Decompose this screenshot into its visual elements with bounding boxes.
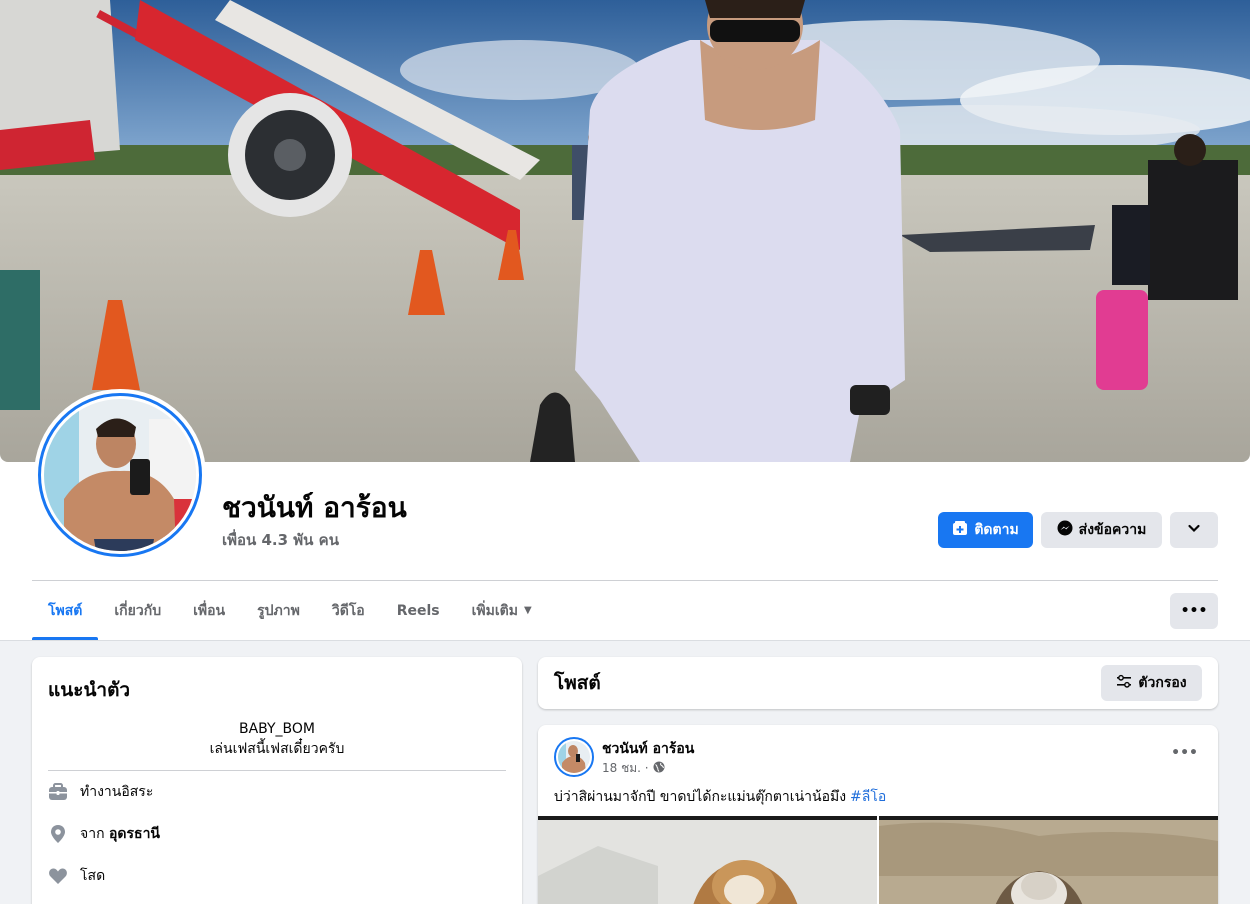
post-hashtag[interactable]: #ลีโอ — [850, 789, 886, 805]
follow-label: ติดตาม — [974, 522, 1019, 538]
post-photo[interactable] — [879, 816, 1218, 904]
hometown-text: จาก อุดรธานี — [80, 826, 160, 842]
post-card: ชวนันท์ อาร้อน 18 ชม. · ••• บ่ว่าสิผ่านม… — [538, 725, 1218, 904]
follow-button[interactable]: ติดตาม — [938, 512, 1033, 548]
tab-photos[interactable]: รูปภาพ — [241, 581, 316, 640]
location-pin-icon — [48, 824, 68, 844]
post-text: บ่ว่าสิผ่านมาจักปี ขาดบ่ได้กะแม่นตุ๊กตาเ… — [554, 786, 886, 808]
relationship-text: โสด — [80, 868, 106, 884]
profile-tabs: โพสต์ เกี่ยวกับ เพื่อน รูปภาพ วิดีโอ Ree… — [32, 581, 548, 640]
work-text: ทำงานอิสระ — [80, 784, 154, 800]
chevron-down-icon — [1187, 521, 1201, 539]
hometown-link[interactable]: อุดรธานี — [109, 826, 160, 842]
heart-icon — [48, 866, 68, 886]
profile-avatar[interactable] — [34, 389, 206, 561]
tab-more[interactable]: เพิ่มเติม ▼ — [456, 581, 548, 640]
post-body: บ่ว่าสิผ่านมาจักปี ขาดบ่ได้กะแม่นตุ๊กตาเ… — [554, 789, 847, 805]
posts-header-card: โพสต์ ตัวกรอง — [538, 657, 1218, 709]
tabs-more-options-button[interactable]: ••• — [1170, 593, 1218, 629]
posts-title: โพสต์ — [554, 672, 601, 694]
intro-card: แนะนำตัว BABY_BOM เล่นเฟสนี้เฟสเดี๋ยวครั… — [32, 657, 522, 904]
bio-line-1: BABY_BOM — [238, 721, 316, 737]
post-options-button[interactable]: ••• — [1171, 745, 1198, 761]
more-dots-icon: ••• — [1171, 745, 1198, 761]
tab-about[interactable]: เกี่ยวกับ — [98, 581, 177, 640]
follow-icon — [952, 520, 968, 540]
messenger-icon — [1057, 520, 1073, 540]
post-author-name[interactable]: ชวนันท์ อาร้อน — [602, 738, 694, 760]
intro-title: แนะนำตัว — [48, 679, 131, 701]
friends-count[interactable]: เพื่อน 4.3 พัน คน — [222, 528, 339, 552]
post-author-avatar[interactable] — [554, 737, 594, 777]
info-hometown: จาก อุดรธานี — [48, 813, 506, 855]
tab-posts[interactable]: โพสต์ — [32, 581, 99, 640]
filter-sliders-icon — [1116, 673, 1132, 693]
tab-videos[interactable]: วิดีโอ — [316, 581, 381, 640]
filter-button[interactable]: ตัวกรอง — [1101, 665, 1202, 701]
intro-bio: BABY_BOM เล่นเฟสนี้เฟสเดี๋ยวครับ — [48, 719, 506, 759]
more-dots-icon: ••• — [1180, 603, 1208, 619]
tab-friends[interactable]: เพื่อน — [177, 581, 241, 640]
caret-down-icon: ▼ — [523, 605, 532, 616]
bio-line-2: เล่นเฟสนี้เฟสเดี๋ยวครับ — [209, 741, 345, 757]
globe-icon — [653, 761, 665, 776]
message-label: ส่งข้อความ — [1078, 522, 1147, 538]
header-bottom-border — [0, 640, 1250, 641]
profile-options-button[interactable] — [1170, 512, 1218, 548]
post-timestamp[interactable]: 18 ชม. · — [602, 759, 649, 778]
post-photo[interactable] — [538, 816, 877, 904]
filter-label: ตัวกรอง — [1138, 675, 1187, 691]
profile-name: ชวนันท์ อาร้อน — [222, 491, 407, 524]
cover-photo[interactable] — [0, 0, 1250, 462]
info-work: ทำงานอิสระ — [48, 771, 506, 813]
post-meta: 18 ชม. · — [602, 759, 665, 778]
info-relationship: โสด — [48, 855, 506, 897]
profile-header: ชวนันท์ อาร้อน เพื่อน 4.3 พัน คน ติดตาม … — [0, 0, 1250, 641]
briefcase-icon — [48, 782, 68, 802]
tab-reels[interactable]: Reels — [381, 581, 456, 640]
message-button[interactable]: ส่งข้อความ — [1041, 512, 1162, 548]
